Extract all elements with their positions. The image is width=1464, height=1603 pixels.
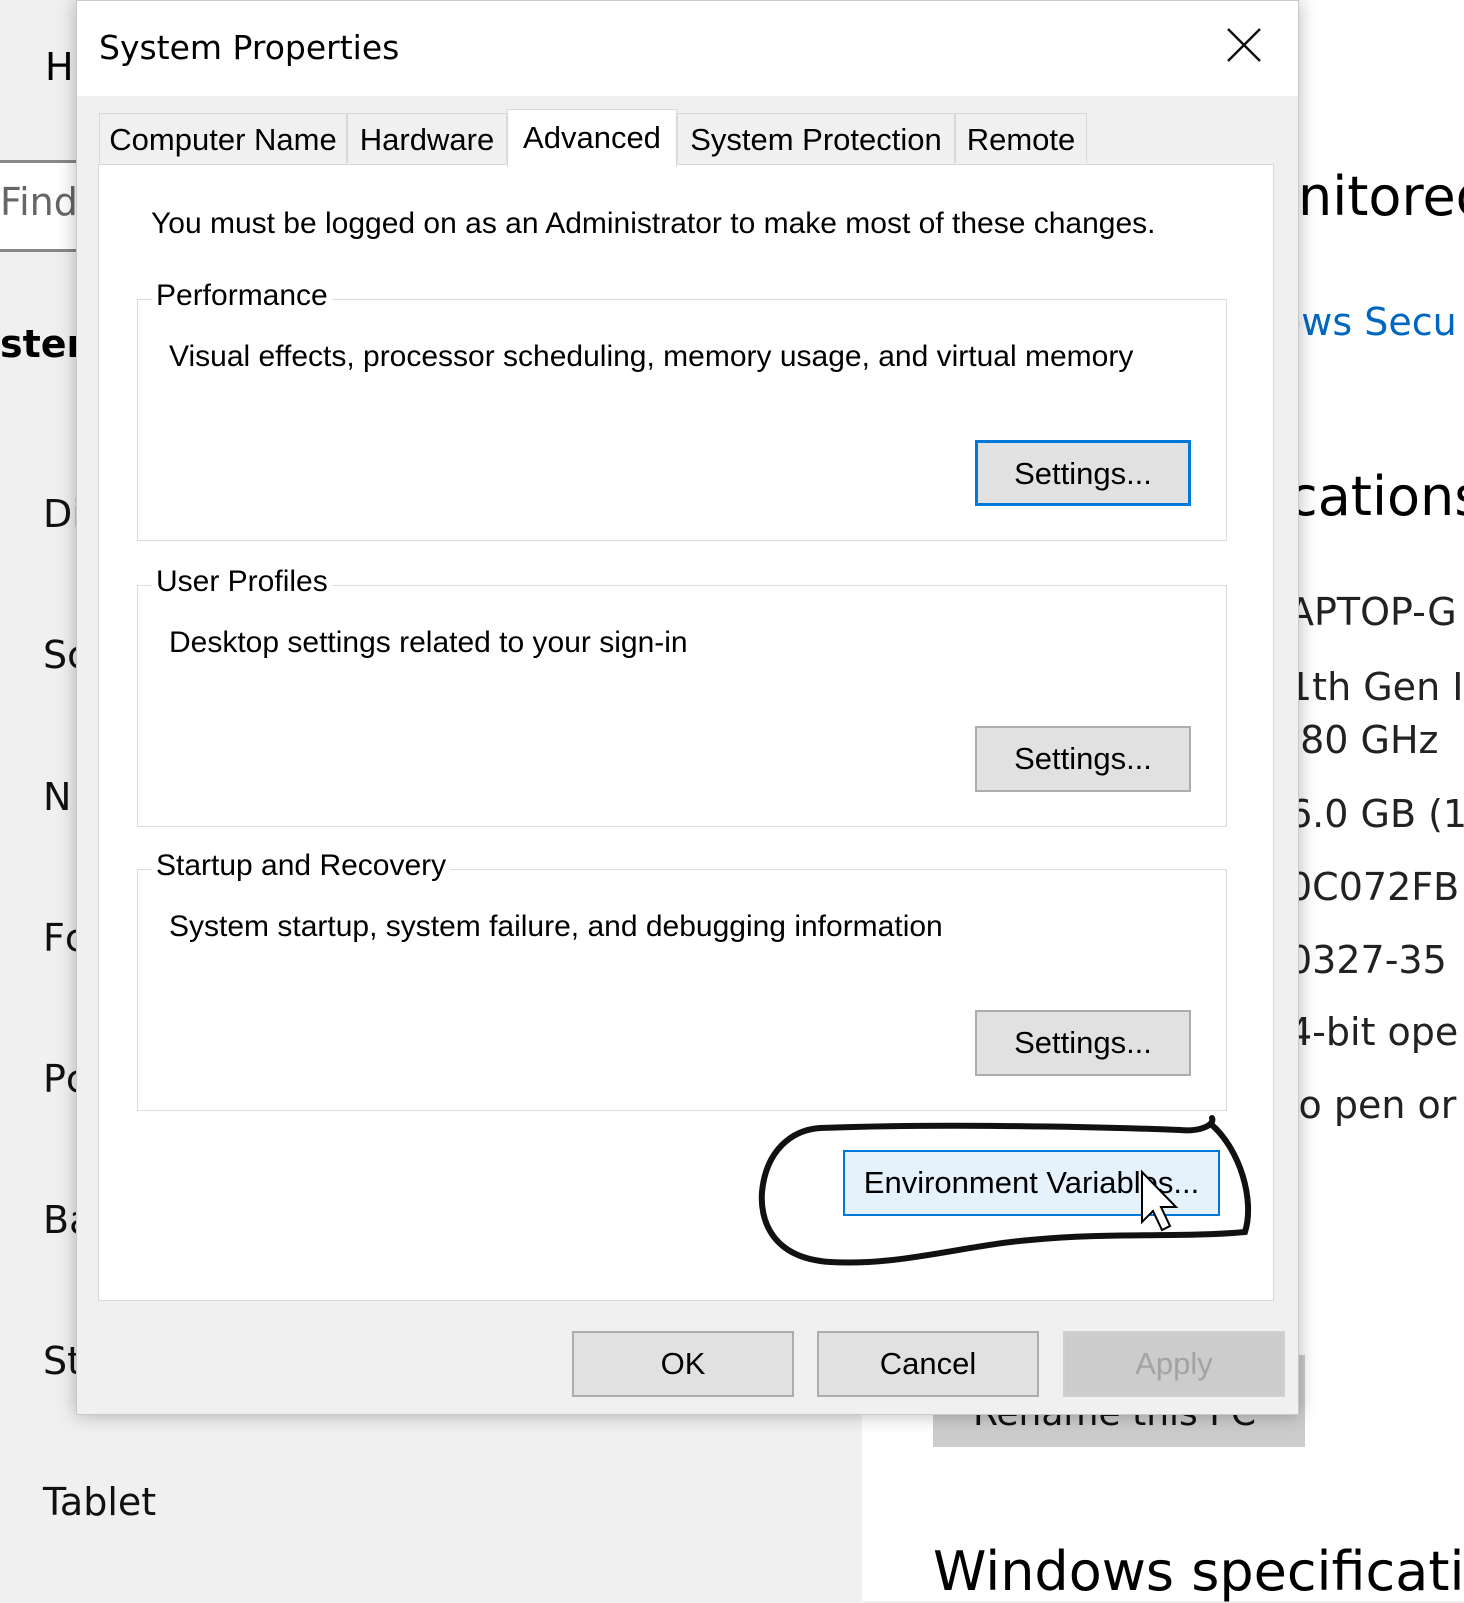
nav-item-tablet[interactable]: Tablet: [43, 1480, 156, 1524]
tab-system-protection[interactable]: System Protection: [677, 113, 955, 163]
performance-group: Performance Visual effects, processor sc…: [137, 279, 1227, 541]
spec-system-type: 4-bit ope: [1288, 1010, 1459, 1054]
user-profiles-group: User Profiles Desktop settings related t…: [137, 565, 1227, 827]
performance-description: Visual effects, processor scheduling, me…: [169, 340, 1134, 373]
environment-variables-button[interactable]: Environment Variables...: [843, 1150, 1220, 1216]
ok-button[interactable]: OK: [572, 1331, 794, 1397]
close-button[interactable]: [1188, 1, 1298, 91]
advanced-tab-panel: You must be logged on as an Administrato…: [98, 164, 1274, 1301]
tab-remote[interactable]: Remote: [955, 113, 1087, 163]
dialog-titlebar[interactable]: System Properties: [77, 1, 1298, 96]
apply-button[interactable]: Apply: [1063, 1331, 1285, 1397]
security-heading-partial: nitored: [1298, 165, 1464, 228]
spec-ram: 6.0 GB (1: [1288, 792, 1464, 836]
spec-device-id: 0C072FB: [1288, 865, 1460, 909]
performance-settings-button[interactable]: Settings...: [975, 440, 1191, 506]
windows-security-link-partial[interactable]: ows Secu: [1278, 300, 1457, 344]
windows-spec-heading: Windows specificati: [933, 1540, 1464, 1603]
startup-recovery-description: System startup, system failure, and debu…: [169, 910, 943, 943]
startup-recovery-group: Startup and Recovery System startup, sys…: [137, 849, 1227, 1111]
user-profiles-settings-button[interactable]: Settings...: [975, 726, 1191, 792]
nav-item[interactable]: N: [43, 775, 71, 819]
tab-hardware[interactable]: Hardware: [347, 113, 507, 163]
cancel-button[interactable]: Cancel: [817, 1331, 1039, 1397]
spec-product-id: 0327-35: [1288, 938, 1447, 982]
user-profiles-label: User Profiles: [152, 565, 332, 599]
startup-recovery-label: Startup and Recovery: [152, 849, 451, 883]
startup-recovery-settings-button[interactable]: Settings...: [975, 1010, 1191, 1076]
tab-computer-name[interactable]: Computer Name: [99, 113, 347, 163]
spec-device-name: APTOP-G: [1288, 590, 1457, 634]
spec-processor: 1th Gen I: [1288, 665, 1464, 709]
tab-advanced[interactable]: Advanced: [507, 109, 677, 167]
dialog-title: System Properties: [99, 28, 400, 67]
performance-label: Performance: [152, 279, 332, 313]
close-icon: [1227, 28, 1261, 62]
user-profiles-description: Desktop settings related to your sign-in: [169, 626, 688, 659]
settings-home-partial[interactable]: H: [45, 45, 74, 89]
system-properties-dialog: System Properties Computer Name Hardware…: [76, 0, 1299, 1415]
specifications-heading-partial: cations: [1288, 465, 1464, 528]
settings-search-placeholder: Find: [0, 180, 78, 224]
spec-pen-touch: lo pen or: [1288, 1083, 1457, 1127]
spec-processor-speed: .80 GHz: [1288, 718, 1439, 762]
admin-note: You must be logged on as an Administrato…: [151, 207, 1156, 240]
